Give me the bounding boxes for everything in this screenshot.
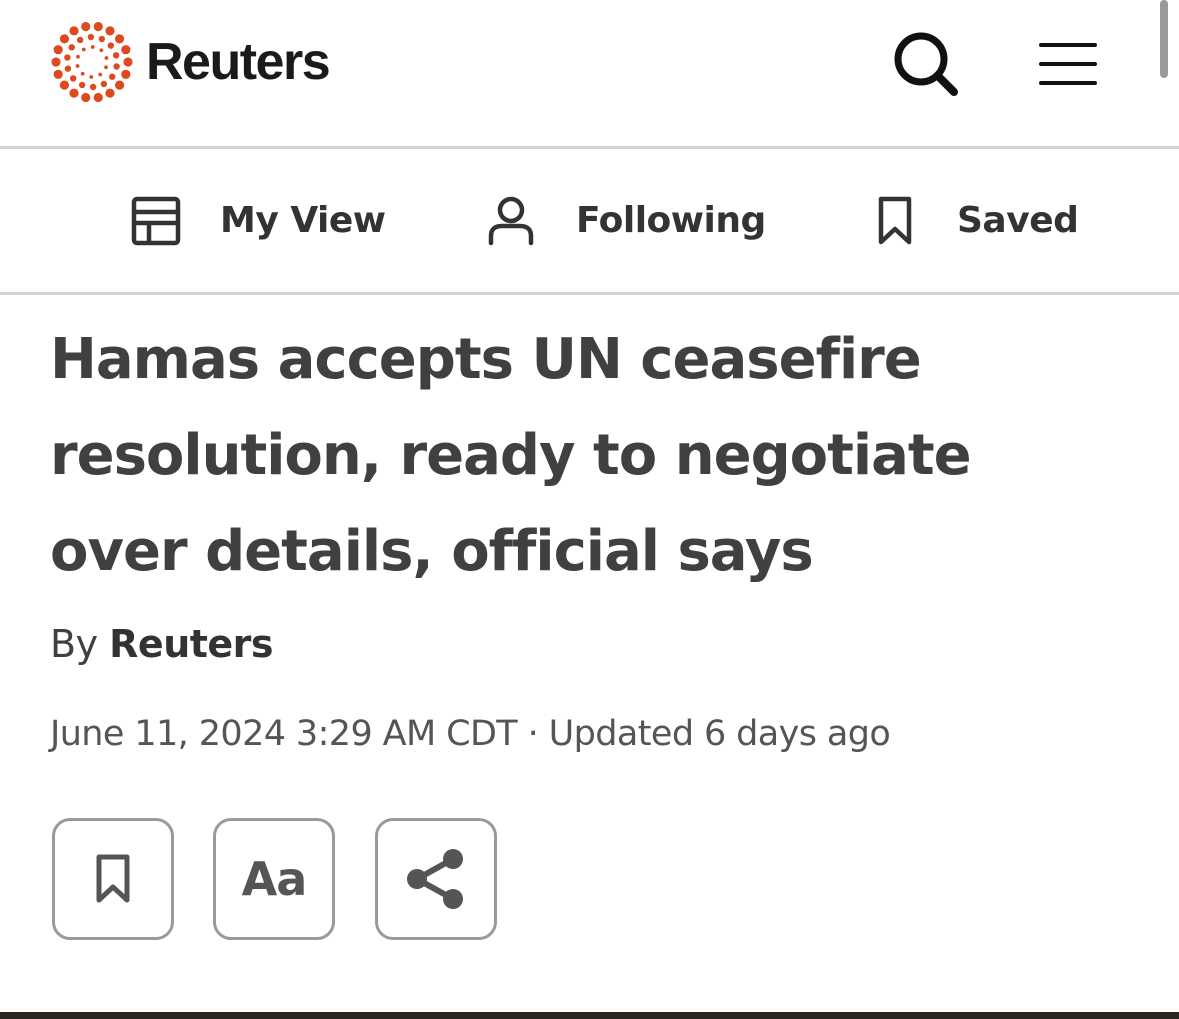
share-icon (407, 849, 463, 909)
search-icon (894, 32, 958, 96)
nav-saved[interactable]: Saved (876, 149, 1079, 292)
byline: By Reuters (50, 622, 274, 666)
scrollbar-thumb[interactable] (1160, 0, 1168, 78)
reuters-logo[interactable]: Reuters (50, 20, 331, 104)
text-size-label: Aa (241, 852, 308, 906)
search-button[interactable] (890, 28, 962, 100)
bookmark-icon (878, 196, 912, 244)
nav-following-label: Following (576, 200, 766, 241)
nav-following[interactable]: Following (486, 149, 766, 292)
publish-dateline: June 11, 2024 3:29 AM CDT · Updated 6 da… (50, 714, 891, 754)
nav-saved-label: Saved (957, 200, 1079, 241)
article-headline: Hamas accepts UN ceasefire resolution, r… (50, 327, 972, 584)
site-header: Reuters (0, 0, 1179, 149)
bookmark-icon (96, 854, 130, 903)
menu-button[interactable] (1036, 38, 1100, 90)
save-article-button[interactable] (52, 818, 174, 940)
sub-navigation: My View Following Saved (0, 149, 1179, 295)
author-name[interactable]: Reuters (109, 622, 273, 666)
brand-name: Reuters (146, 33, 331, 91)
nav-my-view-label: My View (220, 200, 386, 241)
person-icon (488, 196, 534, 245)
article-image-edge (0, 1012, 1179, 1019)
nav-my-view[interactable]: My View (130, 149, 386, 292)
reuters-logo-icon (51, 21, 133, 103)
text-size-button[interactable]: Aa (213, 818, 335, 940)
share-button[interactable] (375, 818, 497, 940)
hamburger-menu-icon (1039, 43, 1097, 85)
byline-prefix: By (50, 622, 98, 666)
layout-grid-icon (131, 196, 181, 245)
